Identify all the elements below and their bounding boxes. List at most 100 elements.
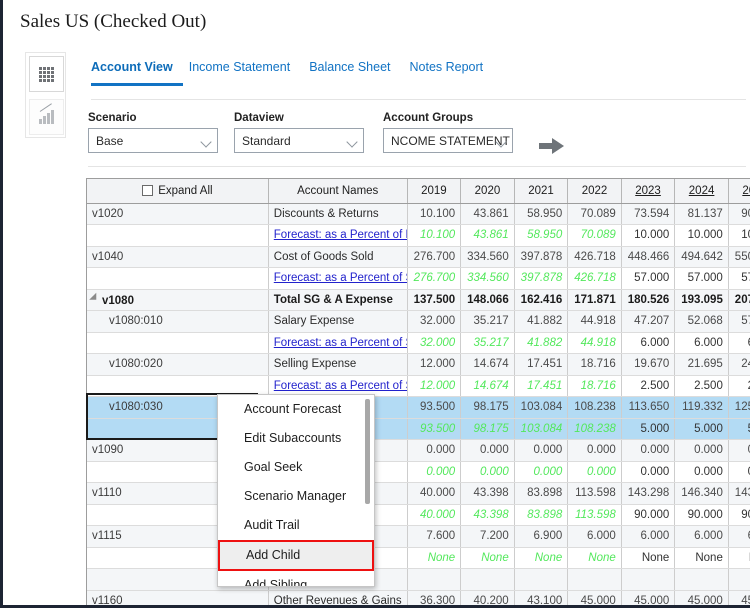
forecast-method-link[interactable]: Forecast: as a Percent of S — [274, 337, 406, 349]
tab-account-view[interactable]: Account View — [91, 60, 183, 86]
cell-value[interactable]: 397.878 — [514, 246, 569, 268]
expand-all-checkbox[interactable] — [142, 184, 154, 196]
cell-value[interactable]: None — [567, 547, 622, 569]
cell-value[interactable]: 52.068 — [674, 310, 729, 333]
cell-value[interactable]: 0.000 — [567, 439, 622, 462]
cell-value[interactable]: 90.000 — [674, 504, 729, 526]
cell-value[interactable]: 108.238 — [567, 396, 622, 419]
cell-value[interactable]: 334.560 — [460, 246, 515, 268]
year-header-2019[interactable]: 2019 — [407, 179, 462, 204]
cell-value[interactable] — [674, 568, 729, 591]
cell-value[interactable]: 98.175 — [460, 396, 515, 419]
tab-balance-sheet[interactable]: Balance Sheet — [303, 60, 403, 83]
cell-value[interactable]: 6.000 — [674, 332, 729, 354]
menu-item-add-sibling[interactable]: Add Sibling — [218, 571, 374, 586]
cell-value[interactable]: 171.871 — [567, 289, 622, 311]
cell-value[interactable]: 43.100 — [514, 590, 569, 605]
expand-triangle-icon[interactable] — [89, 292, 100, 304]
cell-value[interactable]: 45.000 — [567, 590, 622, 605]
cell-value[interactable]: 113.650 — [621, 396, 676, 419]
cell-value[interactable]: 32.000 — [407, 332, 462, 354]
chart-view-button[interactable] — [29, 99, 64, 135]
cell-value[interactable]: 35.217 — [460, 332, 515, 354]
cell-value[interactable]: 0.000 — [567, 461, 622, 483]
cell-value[interactable]: 43.861 — [460, 203, 515, 225]
cell-value[interactable]: None — [674, 547, 729, 569]
cell-value[interactable]: 40.000 — [407, 482, 462, 505]
cell-value[interactable]: 0.000 — [514, 439, 569, 462]
menu-item-account-forecast[interactable]: Account Forecast — [218, 395, 374, 424]
menu-item-edit-subaccounts[interactable]: Edit Subaccounts — [218, 424, 374, 453]
cell-value[interactable]: 10.000 — [674, 224, 729, 247]
cell-value[interactable]: 14.674 — [460, 353, 515, 376]
cell-value[interactable]: 143.298 — [621, 482, 676, 505]
menu-item-audit-trail[interactable]: Audit Trail — [218, 511, 374, 540]
cell-value[interactable]: 6.000 — [621, 332, 676, 354]
cell-value[interactable]: 45.000 — [621, 590, 676, 605]
cell-value[interactable] — [621, 568, 676, 591]
cell-value[interactable]: 35.217 — [460, 310, 515, 333]
scenario-select[interactable]: Base — [88, 128, 218, 153]
cell-value[interactable]: 93.500 — [407, 396, 462, 419]
cell-value[interactable]: 83.898 — [514, 482, 569, 505]
dataview-select[interactable]: Standard — [234, 128, 364, 153]
year-header-2020[interactable]: 2020 — [460, 179, 515, 204]
cell-value[interactable]: 6.000 — [674, 525, 729, 548]
cell-value[interactable]: 18.716 — [567, 353, 622, 376]
cell-value[interactable]: 103.084 — [514, 418, 569, 440]
table-row[interactable]: v1080:020 Selling Expense 12.000 14.674 17.4… — [87, 353, 750, 376]
year-header-2025[interactable]: 2025 — [728, 179, 750, 204]
cell-value[interactable]: 12.000 — [407, 375, 462, 397]
cell-value[interactable]: 57.000 — [728, 267, 750, 290]
cell-value[interactable]: 2.500 — [674, 375, 729, 397]
cell-value[interactable]: 93.500 — [407, 418, 462, 440]
cell-value[interactable]: 70.089 — [567, 203, 622, 225]
cell-value[interactable]: 32.000 — [407, 310, 462, 333]
cell-value[interactable]: 119.332 — [674, 396, 729, 419]
cell-value[interactable]: 57.938 — [728, 310, 750, 333]
table-row[interactable]: C40.00043.39883.898113.59890.00090.00090… — [87, 504, 750, 526]
cell-value[interactable]: 45.000 — [728, 590, 750, 605]
table-row[interactable]: Forecast: as a Percent of S 32.000 35.217 4… — [87, 332, 750, 354]
cell-value[interactable]: 426.718 — [567, 246, 622, 268]
cell-value[interactable]: 98.175 — [460, 418, 515, 440]
table-row[interactable]: v1080:010 Salary Expense 32.000 35.217 41.88… — [87, 310, 750, 333]
cell-value[interactable]: 70.089 — [567, 224, 622, 247]
menu-item-goal-seek[interactable]: Goal Seek — [218, 453, 374, 482]
year-header-2021[interactable]: 2021 — [514, 179, 569, 204]
table-row[interactable]: v1080 Total SG & A Expense 137.500 148.066 1… — [87, 289, 750, 311]
cell-value[interactable]: 57.000 — [674, 267, 729, 290]
cell-value[interactable]: 81.137 — [674, 203, 729, 225]
tab-notes-report[interactable]: Notes Report — [404, 60, 497, 83]
cell-value[interactable] — [567, 568, 622, 591]
cell-value[interactable]: 10.000 — [728, 224, 750, 247]
table-row[interactable]: 93.50098.175103.084108.2385.0005.0005.00… — [87, 418, 750, 440]
cell-value[interactable]: 14.674 — [460, 375, 515, 397]
cell-value[interactable]: 44.918 — [567, 332, 622, 354]
cell-value[interactable]: 180.526 — [621, 289, 676, 311]
menu-item-add-child[interactable]: Add Child — [218, 540, 374, 571]
cell-value[interactable]: 143.460 — [728, 482, 750, 505]
table-row[interactable]: 30.0000.0000.0000.0000.0000.0000.0000.00… — [87, 461, 750, 483]
cell-value[interactable]: 0.000 — [728, 461, 750, 483]
cell-value[interactable]: 6.000 — [621, 525, 676, 548]
cell-value[interactable]: 21.695 — [674, 353, 729, 376]
cell-value[interactable]: 10.000 — [621, 224, 676, 247]
cell-value[interactable] — [460, 568, 515, 591]
forecast-method-link[interactable]: Forecast: as a Percent of S — [274, 380, 406, 392]
table-row[interactable] — [87, 568, 750, 591]
cell-value[interactable]: 6.900 — [514, 525, 569, 548]
year-header-2023[interactable]: 2023 — [621, 179, 676, 204]
cell-value[interactable] — [514, 568, 569, 591]
cell-value[interactable]: 162.416 — [514, 289, 569, 311]
cell-value[interactable]: 10.100 — [407, 203, 462, 225]
account-names-header[interactable]: Account Names — [268, 179, 408, 204]
forecast-method-link[interactable]: Forecast: as a Percent of S — [274, 272, 406, 284]
cell-value[interactable]: 276.700 — [407, 267, 462, 290]
cell-value[interactable]: 137.500 — [407, 289, 462, 311]
cell-value[interactable]: 5.000 — [674, 418, 729, 440]
cell-value[interactable]: 24.141 — [728, 353, 750, 376]
table-row[interactable]: v1160 Other Revenues & Gains 36.300 40.200 4… — [87, 590, 750, 605]
cell-value[interactable]: 58.950 — [514, 203, 569, 225]
cell-value[interactable]: 0.000 — [621, 439, 676, 462]
